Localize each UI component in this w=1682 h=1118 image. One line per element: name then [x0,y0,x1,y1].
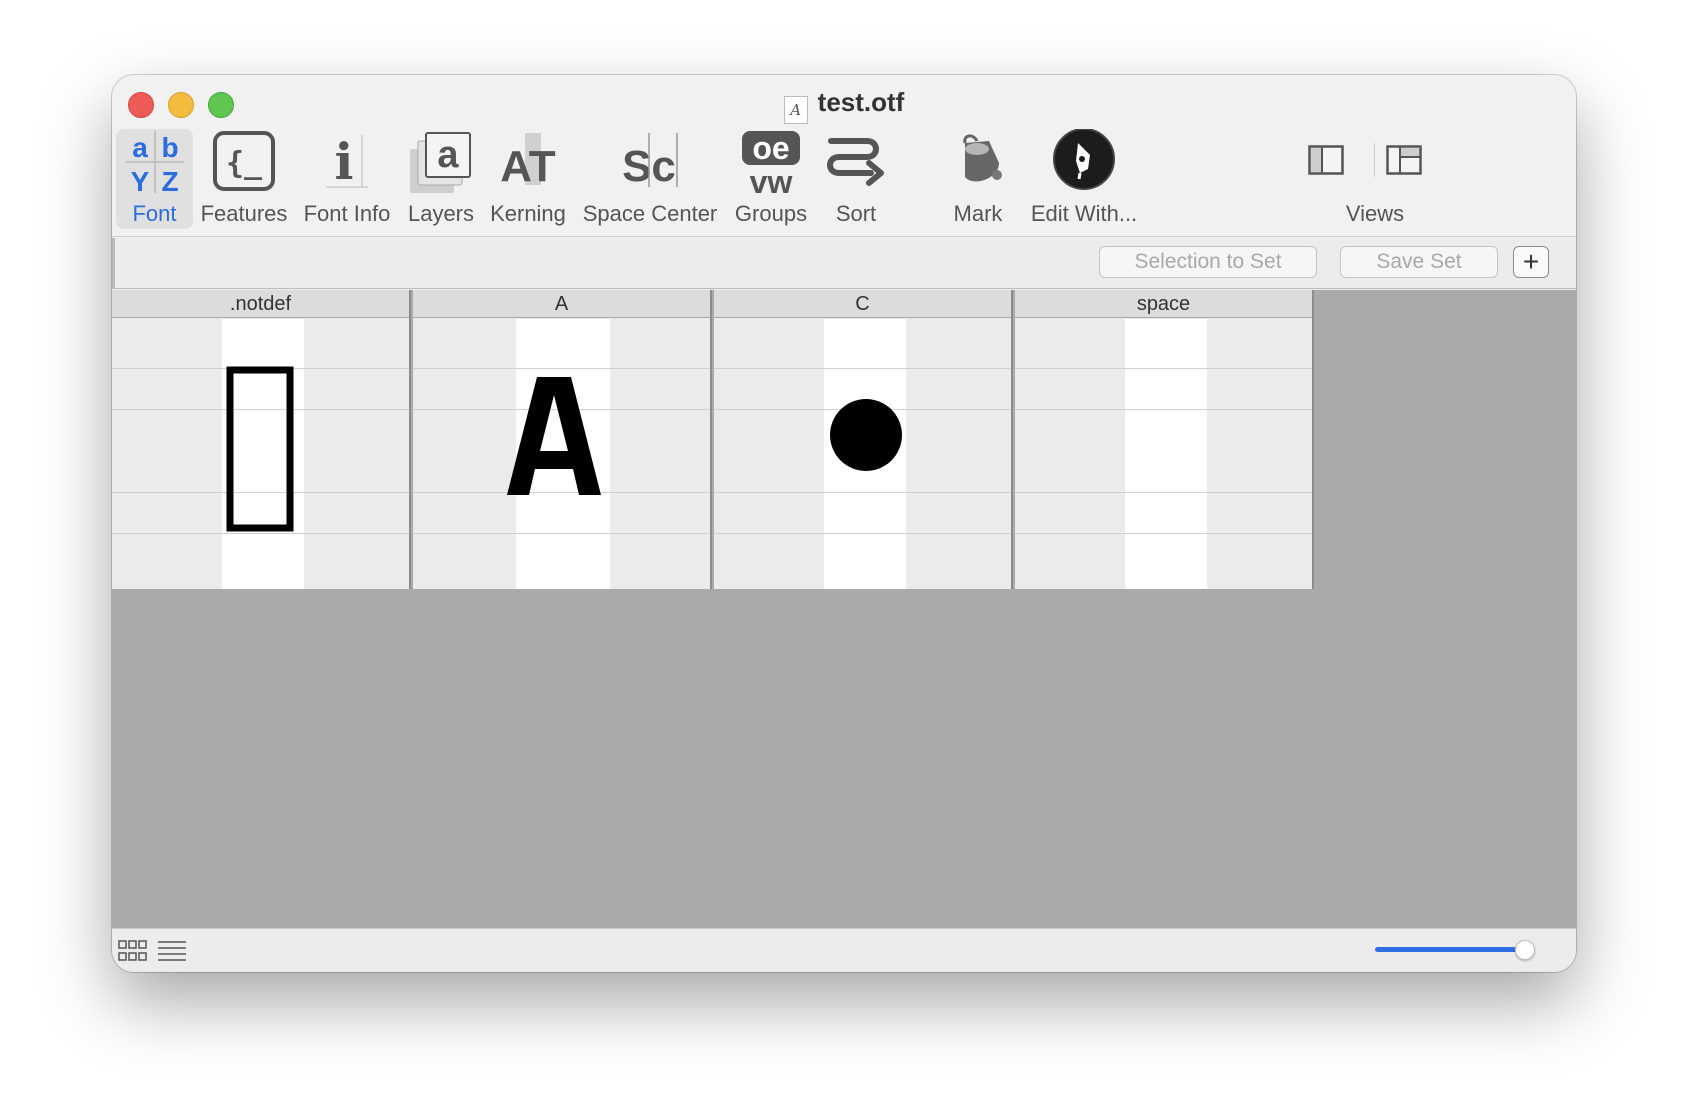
features-braces-icon: {_ [213,131,275,191]
toolbar-kerning-label: Kerning [490,201,566,226]
cell-size-slider-track[interactable] [1375,947,1525,952]
svg-text:AT: AT [500,142,556,191]
paint-bucket-icon [963,134,1002,182]
glyph-name: .notdef [112,290,409,318]
toolbar-font-info-label: Font Info [303,201,391,226]
toolbar-sort-label: Sort [835,201,877,226]
toolbar-groups-label: Groups [734,201,808,226]
svg-text:Z: Z [161,166,178,197]
grid-view-icon[interactable] [118,940,148,962]
space-center-icon: Sc [622,133,678,191]
toolbar-edit-with-label: Edit With... [1030,201,1138,226]
toolbar-views-group: Views [1298,129,1452,229]
toolbar-views-label: Views [1345,201,1405,226]
toolbar-mark-label: Mark [953,201,1003,226]
glyph-cell-space[interactable]: space [1015,290,1314,589]
window-title-text: test.otf [817,87,905,117]
toolbar-features-button[interactable]: {_ Features [198,129,290,229]
toolbar-edit-with-button[interactable]: Edit With... [1022,129,1146,229]
list-view-icon[interactable] [157,940,187,962]
svg-text:Y: Y [130,166,149,197]
groups-icon: oe vw [742,130,800,197]
glyph-cell-C[interactable]: C [714,290,1013,589]
C-glyph-shape [830,399,902,471]
selection-to-set-button[interactable]: Selection to Set [1099,246,1317,278]
svg-text:a: a [437,134,459,176]
toolbar-mark-button[interactable]: Mark [938,129,1018,229]
glyph-cell-notdef[interactable]: .notdef [112,290,411,589]
toolbar-layers-button[interactable]: a Layers [401,129,481,229]
font-abyz-icon: a b Y Z [125,131,184,197]
toolbar-layers-label: Layers [407,201,475,226]
glyph-name: space [1015,290,1312,318]
svg-text:vw: vw [750,164,793,197]
views-icon[interactable] [1308,145,1344,175]
font-window: Atest.otf a b Y Z Font {_ Features i Fon… [112,75,1576,972]
svg-text:i: i [335,132,354,191]
kerning-icon: AT [500,133,556,191]
glyph-cell-A[interactable]: A [413,290,712,589]
glyph-collection[interactable]: .notdef A C space [112,290,1576,928]
svg-text:oe: oe [752,130,789,166]
toolbar: Atest.otf a b Y Z Font {_ Features i Fon… [112,75,1576,237]
add-set-button[interactable]: + [1513,246,1549,278]
sort-icon [827,138,884,186]
layers-icon: a [410,132,471,193]
svg-text:{_: {_ [226,146,263,181]
A-glyph-shape [507,377,601,495]
glyph-name: A [413,290,710,318]
toolbar-features-label: Features [200,201,288,226]
toolbar-font-info-button[interactable]: i Font Info [299,129,395,229]
document-icon: A [783,96,808,124]
font-info-icon: i [326,132,368,191]
set-bar: Selection to Set Save Set + [112,238,1576,289]
toolbar-space-center-button[interactable]: Sc Space Center [577,129,723,229]
toolbar-font-button[interactable]: a b Y Z Font [116,129,193,229]
views-inspector-icon[interactable] [1386,145,1422,175]
window-title: Atest.otf [112,87,1576,124]
notdef-glyph-shape [226,366,294,532]
svg-text:b: b [161,132,178,163]
cell-size-slider-knob[interactable] [1515,940,1535,960]
svg-text:a: a [132,132,148,163]
glyph-name: C [714,290,1011,318]
toolbar-font-label: Font [132,201,177,226]
save-set-button[interactable]: Save Set [1340,246,1498,278]
toolbar-sort-button[interactable]: Sort [820,129,892,229]
pen-nib-icon [1053,129,1115,190]
toolbar-kerning-button[interactable]: AT Kerning [486,129,570,229]
status-bar [112,928,1576,972]
toolbar-space-center-label: Space Center [582,201,718,226]
toolbar-groups-button[interactable]: oe vw Groups [729,129,813,229]
